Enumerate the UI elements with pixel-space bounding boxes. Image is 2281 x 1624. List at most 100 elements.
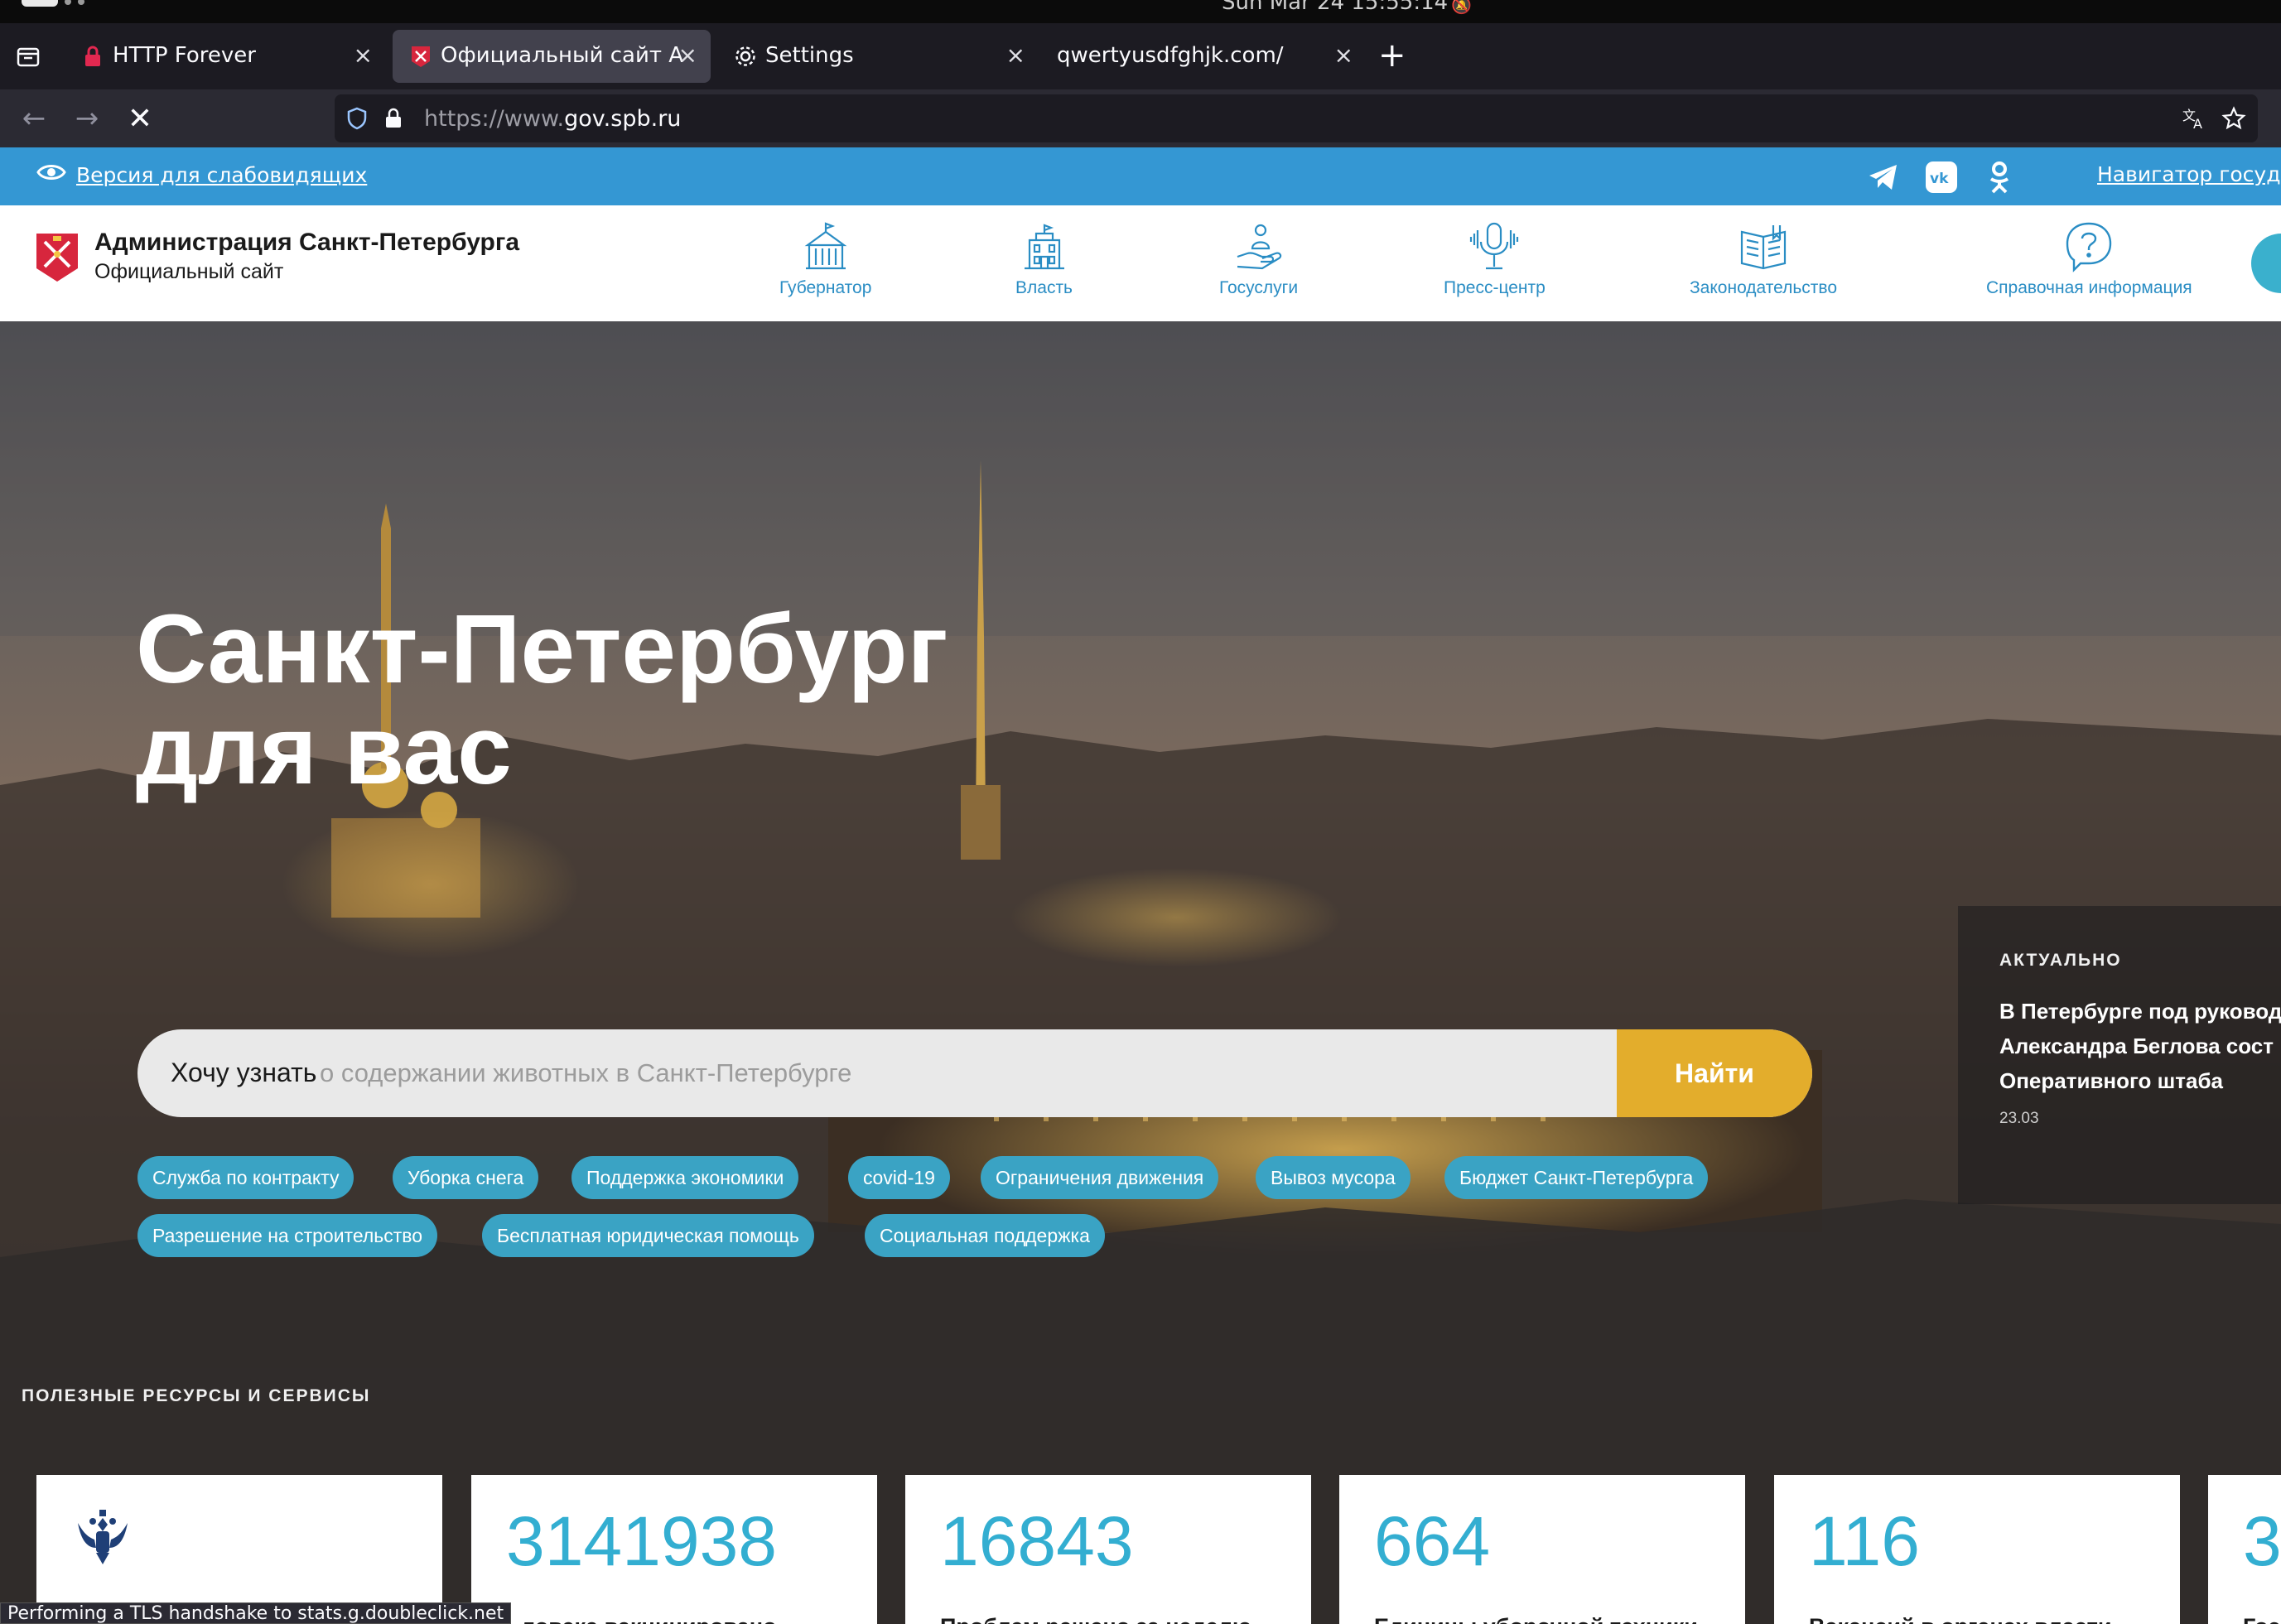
search-input[interactable] bbox=[320, 1048, 1728, 1099]
tab-title: Официальный сайт Адм bbox=[441, 43, 682, 68]
law-book-icon bbox=[1740, 225, 1787, 270]
browser-status-bar: Performing a TLS handshake to stats.g.do… bbox=[0, 1602, 512, 1624]
notifications-muted-icon: 🔕 bbox=[1451, 0, 1472, 15]
menu-item-label: Губернатор bbox=[779, 278, 872, 297]
resource-caption: Гос bbox=[2243, 1614, 2280, 1624]
close-tab-icon[interactable]: × bbox=[1006, 41, 1025, 69]
gov-navigator-link[interactable]: Навигатор государ bbox=[2097, 162, 2281, 186]
governor-building-icon bbox=[804, 222, 847, 270]
hero-section: Санкт-Петербург для вас Хочу узнать Найт… bbox=[0, 321, 2281, 1624]
menu-item-label: Справочная информация bbox=[1986, 278, 2192, 297]
menu-item-label: Законодательство bbox=[1690, 278, 1838, 297]
topic-chip[interactable]: Бесплатная юридическая помощь bbox=[482, 1214, 814, 1257]
tracking-shield-icon[interactable] bbox=[345, 106, 369, 131]
hero-title-line: Санкт-Петербург bbox=[136, 595, 948, 704]
microphone-icon bbox=[1470, 222, 1519, 270]
close-tab-icon[interactable]: × bbox=[678, 41, 697, 69]
menu-item-press-center[interactable]: Пресс-центр bbox=[1444, 220, 1546, 311]
topic-chip[interactable]: Служба по контракту bbox=[137, 1156, 354, 1199]
search-prefix-label: Хочу узнать bbox=[171, 1058, 317, 1087]
site-search: Хочу узнать Найти bbox=[137, 1029, 1812, 1117]
site-topline: Версия для слабовидящих vk Навигатор гос… bbox=[0, 147, 2281, 205]
tab-gov-spb[interactable]: Официальный сайт Адм × bbox=[393, 30, 711, 83]
menu-item-legislation[interactable]: Законодательство bbox=[1690, 220, 1837, 311]
search-button[interactable]: Найти bbox=[1617, 1029, 1812, 1117]
eye-icon bbox=[36, 162, 66, 187]
new-tab-button[interactable]: + bbox=[1378, 36, 1406, 75]
services-hand-icon bbox=[1237, 224, 1281, 270]
resource-number: 664 bbox=[1374, 1502, 1491, 1580]
resource-caption: Вакансий в органах власти bbox=[1809, 1614, 2112, 1624]
topic-chip[interactable]: Разрешение на строительство bbox=[137, 1214, 438, 1257]
government-building-icon bbox=[1024, 224, 1064, 270]
web-page: Версия для слабовидящих vk Навигатор гос… bbox=[0, 147, 2281, 1624]
url-bar[interactable]: https://www.gov.spb.ru 文A bbox=[335, 94, 2258, 142]
resource-card[interactable]: 664 Единицы уборочной техники bbox=[1339, 1475, 1745, 1624]
close-tab-icon[interactable]: × bbox=[354, 41, 373, 69]
topic-chip[interactable]: Вывоз мусора bbox=[1256, 1156, 1411, 1199]
workspace-dot bbox=[78, 0, 84, 5]
lock-red-icon bbox=[81, 45, 104, 68]
topic-chip[interactable]: Бюджет Санкт-Петербурга bbox=[1444, 1156, 1709, 1199]
translate-icon[interactable]: 文A bbox=[2182, 106, 2206, 131]
topic-chip[interactable]: Поддержка экономики bbox=[571, 1156, 799, 1199]
news-headline[interactable]: В Петербурге под руковод Александра Бегл… bbox=[1999, 994, 2281, 1098]
news-panel[interactable]: АКТУАЛЬНО В Петербурге под руковод Алекс… bbox=[1958, 906, 2281, 1204]
resource-caption: Проблем решено за неделю bbox=[940, 1614, 1251, 1624]
activities-indicator[interactable] bbox=[22, 0, 58, 7]
menu-item-gosuslugi[interactable]: Госуслуги bbox=[1219, 220, 1298, 311]
topic-chip[interactable]: covid-19 bbox=[848, 1156, 950, 1199]
forward-arrow-icon[interactable]: → bbox=[70, 101, 104, 136]
resources-section-title: ПОЛЕЗНЫЕ РЕСУРСЫ И СЕРВИСЫ bbox=[22, 1386, 371, 1405]
close-tab-icon[interactable]: × bbox=[1334, 41, 1353, 69]
tab-list-icon[interactable] bbox=[12, 40, 45, 73]
topic-chip[interactable]: Социальная поддержка bbox=[865, 1214, 1105, 1257]
news-date: 23.03 bbox=[1999, 1110, 2039, 1127]
gear-icon bbox=[734, 45, 757, 68]
navigation-toolbar: ← → ✕ https://www.gov.spb.ru 文A bbox=[0, 89, 2281, 147]
accessibility-label: Версия для слабовидящих bbox=[76, 162, 368, 187]
menu-item-power[interactable]: Власть bbox=[1015, 220, 1073, 311]
tab-title: Settings bbox=[765, 43, 854, 68]
russian-coat-of-arms-icon bbox=[78, 1510, 128, 1564]
tab-settings[interactable]: Settings × bbox=[717, 30, 1039, 83]
menu-item-reference-info[interactable]: Справочная информация bbox=[1986, 220, 2192, 311]
accessibility-version-link[interactable]: Версия для слабовидящих bbox=[36, 162, 367, 187]
spb-coat-of-arms-logo[interactable] bbox=[35, 232, 80, 283]
svg-text:A: A bbox=[2193, 116, 2202, 130]
resource-card[interactable]: 3141938 ловека вакцинировано bbox=[471, 1475, 877, 1624]
back-arrow-icon[interactable]: ← bbox=[17, 101, 51, 136]
tab-http-forever[interactable]: HTTP Forever × bbox=[65, 30, 386, 83]
stop-loading-icon[interactable]: ✕ bbox=[123, 101, 157, 136]
tab-title: HTTP Forever bbox=[113, 43, 256, 68]
os-clock[interactable]: Sun Mar 24 15:55:14 bbox=[1222, 0, 1448, 15]
resource-number: 116 bbox=[1809, 1502, 1920, 1580]
tab-qwerty[interactable]: qwertyusdfghjk.com/ × bbox=[1045, 30, 1367, 83]
resource-card[interactable]: 3 Гос bbox=[2208, 1475, 2281, 1624]
resource-caption: ловека вакцинировано bbox=[521, 1614, 777, 1624]
help-question-icon bbox=[2066, 222, 2112, 272]
resource-number: 3 bbox=[2243, 1502, 2281, 1580]
resource-card-emblem[interactable] bbox=[36, 1475, 442, 1624]
odnoklassniki-icon[interactable] bbox=[1981, 159, 2018, 195]
bookmark-star-icon[interactable] bbox=[2221, 106, 2246, 131]
site-header: Администрация Санкт-Петербурга Официальн… bbox=[0, 205, 2281, 321]
spb-favicon-icon bbox=[409, 45, 432, 68]
menu-item-governor[interactable]: Губернатор bbox=[779, 220, 871, 311]
menu-item-label: Власть bbox=[1015, 278, 1073, 297]
padlock-icon[interactable] bbox=[381, 106, 406, 131]
news-label: АКТУАЛЬНО bbox=[1999, 951, 2122, 970]
resource-card[interactable]: 116 Вакансий в органах власти bbox=[1774, 1475, 2180, 1624]
resource-caption: Единицы уборочной техники bbox=[1374, 1614, 1698, 1624]
telegram-icon[interactable] bbox=[1865, 159, 1902, 195]
resource-number: 16843 bbox=[940, 1502, 1134, 1580]
topic-chip[interactable]: Уборка снега bbox=[393, 1156, 539, 1199]
svg-text:vk: vk bbox=[1930, 171, 1949, 187]
vk-icon[interactable]: vk bbox=[1923, 159, 1960, 195]
topic-chip[interactable]: Ограничения движения bbox=[981, 1156, 1219, 1199]
org-title[interactable]: Администрация Санкт-Петербурга bbox=[94, 229, 519, 257]
login-button[interactable] bbox=[2251, 234, 2281, 293]
resource-card[interactable]: 16843 Проблем решено за неделю bbox=[905, 1475, 1311, 1624]
url-text[interactable]: https://www.gov.spb.ru bbox=[424, 106, 681, 132]
os-top-bar: Sun Mar 24 15:55:14 🔕 bbox=[0, 0, 2281, 23]
